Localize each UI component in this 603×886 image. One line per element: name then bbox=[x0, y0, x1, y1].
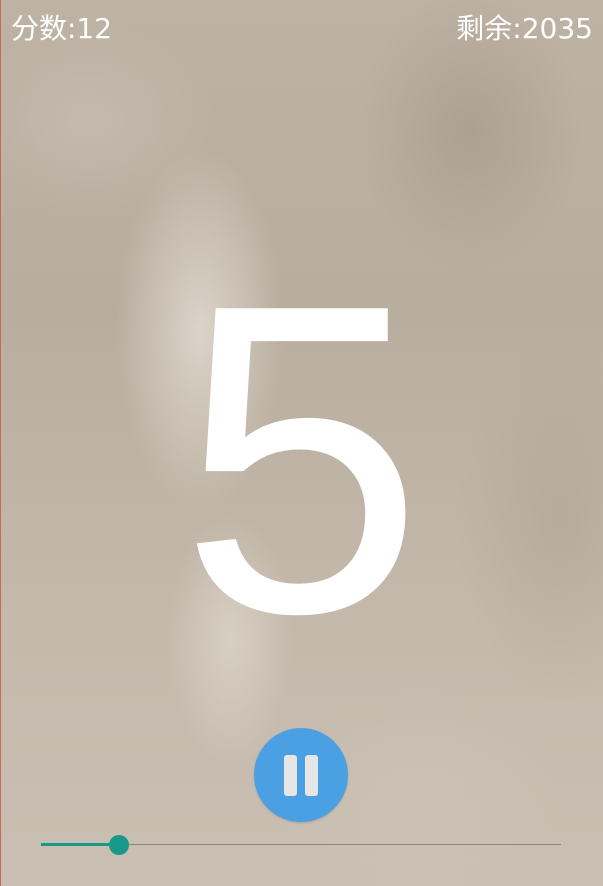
progress-fill bbox=[41, 843, 119, 846]
score-label: 分数:12 bbox=[11, 12, 113, 45]
game-screen: 分数:12 剩余:2035 5 bbox=[0, 0, 603, 886]
countdown-number: 5 bbox=[179, 214, 424, 705]
remaining-label: 剩余:2035 bbox=[456, 12, 593, 45]
pause-bar-left bbox=[284, 755, 297, 796]
progress-thumb[interactable] bbox=[109, 835, 129, 855]
pause-bar-right bbox=[305, 755, 318, 796]
progress-slider[interactable] bbox=[41, 832, 561, 858]
pause-button[interactable] bbox=[254, 728, 348, 822]
